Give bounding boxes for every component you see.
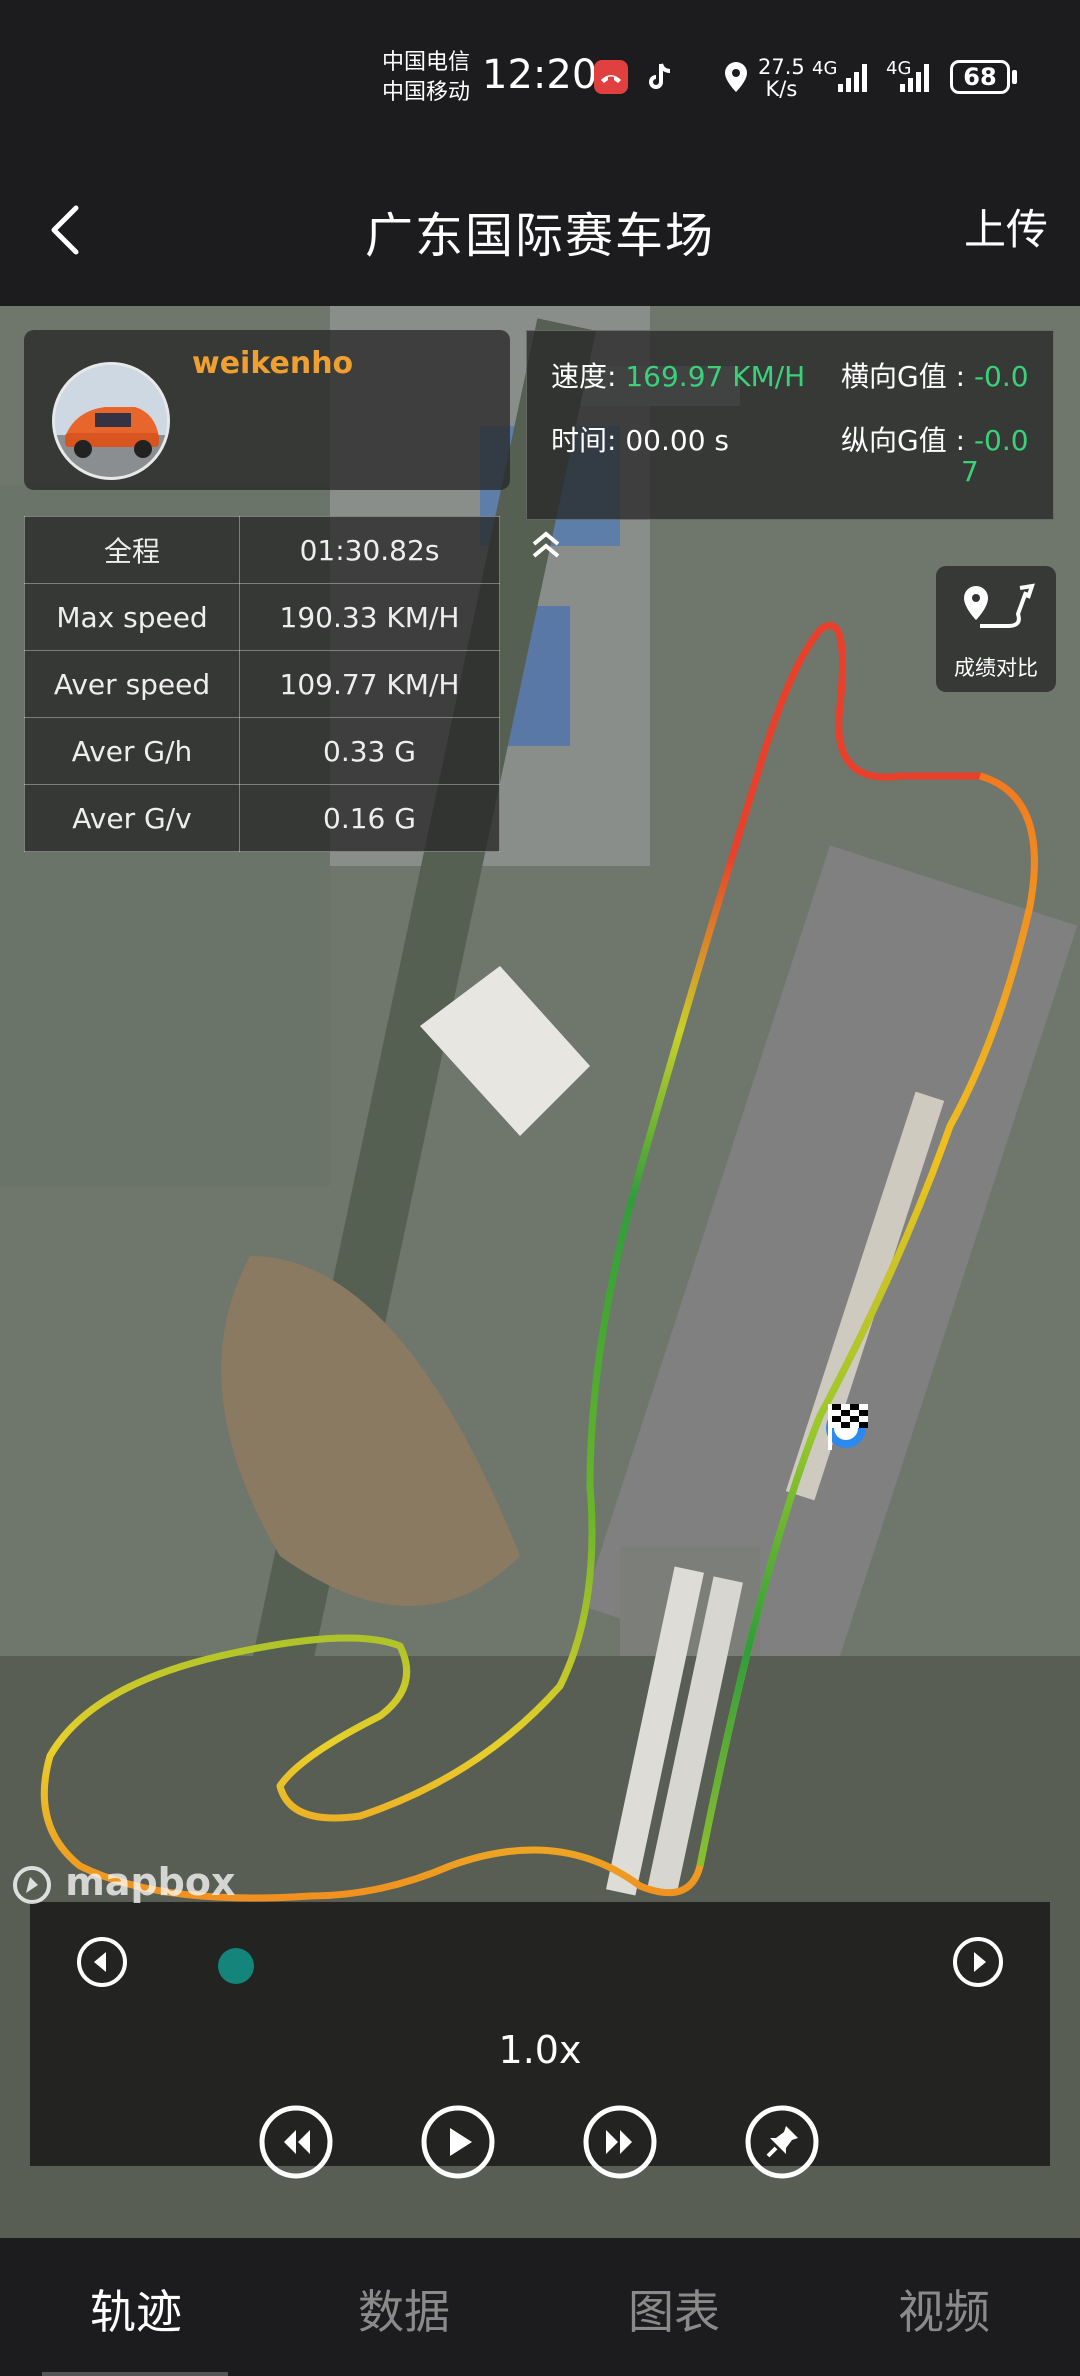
live-telemetry-panel: 速度: 169.97 KM/H 时间: 00.00 s 横向G值 : -0.0 …	[526, 330, 1054, 520]
mapbox-text: mapbox	[65, 1860, 236, 1904]
app-header: 广东国际赛车场 上传	[0, 160, 1080, 306]
tiktok-icon	[649, 63, 671, 89]
signal-icon-2	[900, 64, 929, 92]
table-row: 全程 01:30.82s	[24, 516, 500, 584]
summary-value: 190.33 KM/H	[239, 583, 500, 651]
lateral-g-readout: 横向G值 : -0.0	[841, 355, 1029, 395]
carrier-1: 中国电信	[382, 50, 471, 75]
table-row: Aver G/h 0.33 G	[24, 717, 500, 785]
tab-track[interactable]: 轨迹	[46, 2276, 226, 2342]
page-title: 广东国际赛车场	[364, 208, 715, 264]
summary-key: 全程	[24, 516, 240, 584]
network-speed-value: 27.5	[758, 55, 805, 79]
mapbox-logo-icon	[13, 1865, 51, 1904]
longitudinal-g-value: -0.0	[973, 424, 1029, 457]
tab-video[interactable]: 视频	[854, 2276, 1034, 2342]
bottom-tab-bar: 轨迹 数据 图表 视频	[0, 2238, 1080, 2376]
tab-chart[interactable]: 图表	[584, 2276, 764, 2342]
car-photo-icon	[55, 365, 167, 477]
pin-button[interactable]	[744, 2104, 820, 2180]
lateral-g-value: -0.0	[973, 360, 1029, 393]
network-type-1: 4G	[812, 58, 838, 79]
summary-key: Aver G/v	[24, 784, 240, 852]
tab-data[interactable]: 数据	[314, 2276, 494, 2342]
table-row: Max speed 190.33 KM/H	[24, 583, 500, 651]
summary-value: 109.77 KM/H	[239, 650, 500, 718]
chevron-double-up-icon[interactable]	[528, 526, 564, 562]
table-row: Aver G/v 0.16 G	[24, 784, 500, 852]
summary-key: Max speed	[24, 583, 240, 651]
speed-value: 169.97 KM/H	[625, 360, 806, 393]
battery-level: 68	[950, 60, 1010, 94]
speed-readout: 速度: 169.97 KM/H	[551, 355, 805, 395]
battery-tip	[1012, 70, 1017, 84]
carrier-names: 中国电信 中国移动	[382, 48, 470, 108]
prev-lap-button[interactable]	[76, 1936, 128, 1988]
username: weikenho	[192, 346, 354, 381]
longitudinal-g-value-wrap: 7	[961, 455, 979, 488]
time-readout: 时间: 00.00 s	[551, 419, 729, 459]
compare-results-button[interactable]: 成绩对比	[936, 566, 1056, 692]
playback-controls: 1.0x	[30, 1902, 1050, 2179]
summary-value: 0.16 G	[239, 784, 500, 852]
summary-value: 0.33 G	[239, 717, 500, 785]
summary-key: Aver G/h	[24, 717, 240, 785]
user-card: weikenho	[24, 330, 510, 490]
network-speed: 27.5 K/s	[758, 56, 805, 100]
speed-label: 速度:	[551, 360, 617, 393]
rewind-button[interactable]	[258, 2104, 334, 2180]
carrier-2: 中国移动	[382, 80, 471, 105]
summary-value: 01:30.82s	[239, 516, 500, 584]
compare-label: 成绩对比	[954, 656, 1038, 680]
signal-icon-1	[838, 64, 867, 92]
network-speed-unit: K/s	[765, 77, 798, 101]
missed-call-icon	[594, 60, 628, 94]
fast-forward-button[interactable]	[582, 2104, 658, 2180]
playback-speed[interactable]: 1.0x	[30, 2028, 1050, 2072]
location-icon	[725, 62, 747, 92]
time-value: 00.00 s	[625, 424, 729, 457]
summary-key: Aver speed	[24, 650, 240, 718]
avatar[interactable]	[52, 362, 170, 480]
upload-button[interactable]: 上传	[964, 196, 1048, 257]
mapbox-attribution[interactable]: mapbox	[12, 1860, 236, 1905]
status-time: 12:20	[482, 52, 598, 98]
longitudinal-g-label: 纵向G值 :	[841, 424, 966, 457]
route-compare-icon	[964, 583, 1035, 628]
play-button[interactable]	[420, 2104, 496, 2180]
time-label: 时间:	[551, 424, 617, 457]
lateral-g-label: 横向G值 :	[841, 360, 966, 393]
lap-summary-table: 全程 01:30.82s Max speed 190.33 KM/H Aver sp…	[24, 516, 500, 852]
progress-slider-handle[interactable]	[218, 1948, 255, 1984]
longitudinal-g-readout: 纵向G值 : -0.0	[841, 419, 1029, 459]
active-tab-indicator	[42, 2372, 228, 2376]
status-bar: 中国电信 中国移动 12:20 27.5 K/s 4G 4G 68	[0, 0, 1080, 160]
table-row: Aver speed 109.77 KM/H	[24, 650, 500, 718]
next-lap-button[interactable]	[952, 1936, 1004, 1988]
